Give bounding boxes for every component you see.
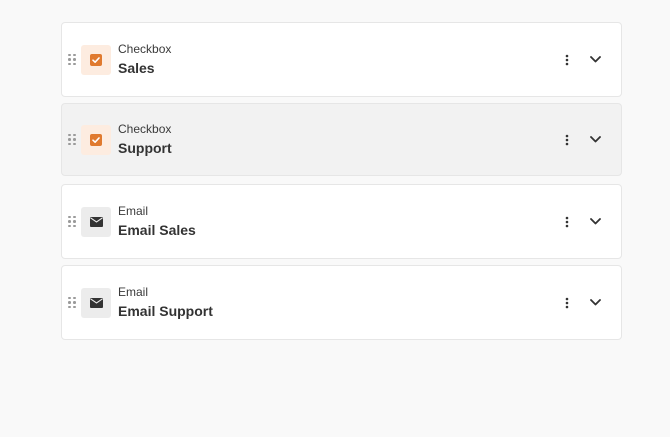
field-name-label: Sales	[118, 59, 155, 76]
more-options-icon[interactable]	[559, 295, 575, 311]
field-name-label: Support	[118, 139, 172, 156]
field-card-email-sales[interactable]: Email Email Sales	[61, 184, 622, 259]
chevron-down-icon[interactable]	[587, 132, 603, 148]
field-card-sales[interactable]: Checkbox Sales	[61, 22, 622, 97]
field-type-label: Email	[118, 203, 149, 218]
drag-handle-icon[interactable]	[68, 296, 76, 309]
more-options-icon[interactable]	[559, 52, 575, 68]
envelope-icon	[81, 287, 111, 318]
chevron-down-icon[interactable]	[587, 214, 603, 230]
field-name-label: Email Sales	[118, 221, 196, 238]
more-options-icon[interactable]	[559, 214, 575, 230]
checkbox-icon	[81, 44, 111, 75]
field-type-label: Email	[118, 284, 149, 299]
drag-handle-icon[interactable]	[68, 133, 76, 146]
envelope-icon	[81, 206, 111, 237]
field-name-label: Email Support	[118, 302, 213, 319]
field-card-support[interactable]: Checkbox Support	[61, 103, 622, 176]
checkbox-icon	[81, 124, 111, 155]
drag-handle-icon[interactable]	[68, 215, 76, 228]
field-type-label: Checkbox	[118, 121, 172, 136]
more-options-icon[interactable]	[559, 132, 575, 148]
drag-handle-icon[interactable]	[68, 53, 76, 66]
field-type-label: Checkbox	[118, 41, 172, 56]
chevron-down-icon[interactable]	[587, 52, 603, 68]
field-list: Checkbox Sales Checkbox Support Email Em…	[61, 22, 622, 346]
chevron-down-icon[interactable]	[587, 295, 603, 311]
field-card-email-support[interactable]: Email Email Support	[61, 265, 622, 340]
